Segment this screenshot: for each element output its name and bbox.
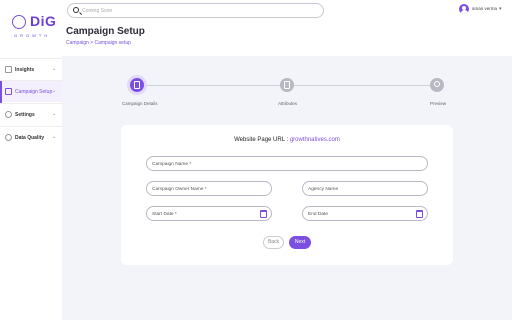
search-icon[interactable] (73, 7, 79, 13)
step-label: Campaign Details (122, 101, 158, 106)
brand-name: DiG (30, 13, 57, 29)
sidebar-item-label: Campaign Setup (15, 89, 53, 95)
brand-logo[interactable]: DiG GROWTH (10, 13, 60, 43)
page-title: Campaign Setup (66, 26, 145, 37)
campaign-owner-field[interactable] (146, 181, 272, 196)
list-icon (284, 81, 290, 89)
step-attributes[interactable] (280, 78, 294, 92)
step-campaign-details[interactable] (130, 78, 144, 92)
campaign-owner-input[interactable] (152, 184, 264, 194)
start-date-input[interactable] (152, 209, 252, 219)
step-label: Preview (430, 101, 447, 106)
step-label: Attributes (278, 101, 298, 106)
sidebar: Insights ⌄ Campaign Setup ⌄ Settings ⌄ D… (0, 56, 62, 320)
user-menu[interactable]: aman verma ▾ (459, 4, 507, 16)
growth-chart-icon (12, 15, 26, 29)
next-button[interactable]: Next (289, 236, 311, 249)
campaign-name-field[interactable] (146, 156, 428, 171)
chevron-down-icon[interactable]: ⌄ (52, 134, 56, 140)
end-date-input[interactable] (308, 209, 408, 219)
sidebar-item-data-quality[interactable]: Data Quality ⌄ (0, 126, 62, 148)
agency-name-input[interactable] (308, 184, 420, 194)
stepper-connector (294, 85, 430, 86)
avatar[interactable] (459, 4, 469, 14)
chevron-down-icon[interactable]: ▾ (499, 6, 502, 12)
search-input[interactable] (82, 5, 312, 17)
campaign-name-input[interactable] (152, 159, 404, 169)
website-url-line: Website Page URL : growthnatives.com (121, 137, 453, 143)
brand-tagline: GROWTH (14, 33, 51, 38)
end-date-field[interactable] (302, 206, 428, 221)
sidebar-item-label: Settings (15, 112, 35, 118)
sidebar-item-settings[interactable]: Settings ⌄ (0, 103, 62, 125)
chevron-down-icon[interactable]: ⌄ (52, 111, 56, 117)
start-date-field[interactable] (146, 206, 272, 221)
sidebar-item-label: Data Quality (15, 135, 45, 141)
sidebar-item-campaign-setup[interactable]: Campaign Setup ⌄ (0, 80, 62, 103)
search-bar[interactable] (67, 3, 324, 18)
user-name[interactable]: aman verma (472, 6, 497, 11)
url-value[interactable]: growthnatives.com (290, 137, 340, 143)
stepper-connector (144, 85, 280, 86)
grid-icon (5, 66, 12, 73)
document-icon (134, 81, 140, 89)
url-label: Website Page URL : (234, 137, 289, 143)
back-button[interactable]: Back (263, 236, 284, 249)
campaign-form-card: Website Page URL : growthnatives.com Bac… (121, 125, 453, 265)
calendar-icon[interactable] (260, 210, 267, 218)
agency-name-field[interactable] (302, 181, 428, 196)
edit-icon (5, 88, 12, 95)
calendar-icon[interactable] (416, 210, 423, 218)
chevron-down-icon[interactable]: ⌄ (52, 66, 56, 72)
sidebar-item-insights[interactable]: Insights ⌄ (0, 58, 62, 80)
gear-icon (5, 111, 12, 118)
step-preview[interactable] (430, 78, 444, 92)
pie-chart-icon (5, 134, 12, 141)
search-icon (434, 81, 440, 87)
chevron-down-icon[interactable]: ⌄ (52, 88, 56, 94)
sidebar-item-label: Insights (15, 67, 35, 73)
breadcrumb[interactable]: Campaign > Campaign setup (66, 40, 131, 46)
